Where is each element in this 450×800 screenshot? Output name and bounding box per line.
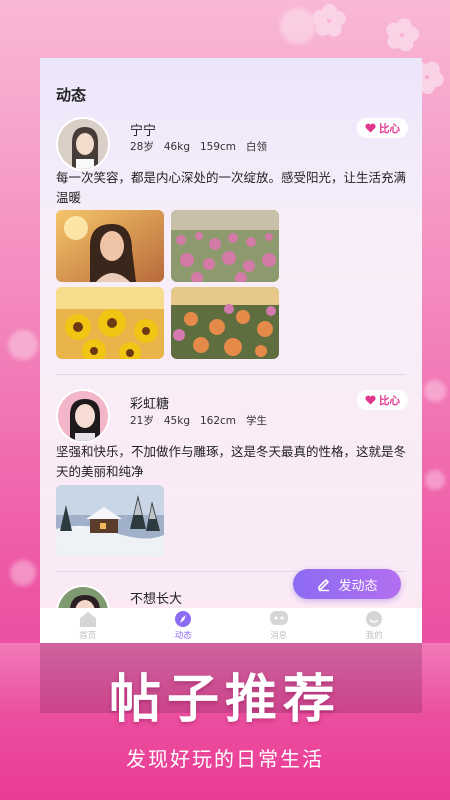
user-job: 学生 — [246, 415, 268, 427]
like-button[interactable]: 比心 — [357, 118, 408, 138]
fab-label: 发动态 — [338, 578, 378, 594]
bokeh-decoration — [8, 330, 38, 360]
cosmos-flower-photo[interactable] — [171, 287, 279, 359]
user-age: 28岁 — [130, 141, 154, 153]
post-update-button[interactable]: 发动态 — [293, 569, 401, 599]
user-height: 162cm — [199, 415, 237, 427]
tab-label: 首页 — [79, 631, 97, 641]
portrait-photo[interactable] — [56, 210, 164, 282]
compass-icon — [175, 611, 192, 627]
snowy-cabin-photo[interactable] — [56, 485, 164, 557]
bokeh-decoration — [424, 380, 446, 402]
user-age: 21岁 — [130, 415, 154, 427]
heart-icon — [365, 395, 376, 405]
user-weight: 45kg — [163, 415, 190, 427]
bottom-tab-bar: 首页 动态 消息 我的 — [40, 608, 422, 643]
tab-feed[interactable]: 动态 — [136, 608, 232, 643]
bokeh-decoration — [280, 8, 316, 44]
banner-subline: 发现好玩的日常生活 — [126, 747, 324, 771]
profile-icon — [366, 611, 383, 627]
user-job: 白领 — [246, 141, 268, 153]
user-weight: 46kg — [163, 141, 190, 153]
heart-icon — [365, 123, 376, 133]
bokeh-decoration — [425, 470, 445, 490]
pencil-icon — [318, 579, 330, 592]
tab-home[interactable]: 首页 — [40, 608, 136, 643]
tab-label: 消息 — [270, 631, 288, 641]
username: 不想长大 — [130, 592, 183, 607]
chat-icon — [269, 611, 288, 625]
blossom-decoration — [310, 4, 348, 40]
home-icon — [79, 612, 96, 627]
divider — [56, 374, 406, 375]
pink-flower-field-photo[interactable] — [171, 210, 279, 282]
avatar[interactable] — [56, 389, 110, 443]
user-meta: 28岁 46kg 159cm 白领 — [130, 139, 277, 154]
like-button[interactable]: 比心 — [357, 390, 408, 410]
username: 彩虹糖 — [130, 397, 170, 412]
sunflower-photo[interactable] — [56, 287, 164, 359]
user-height: 159cm — [199, 141, 237, 153]
post-text: 每一次笑容，都是内心深处的一次绽放。感受阳光，让生活充满温暖 — [56, 170, 407, 205]
like-label: 比心 — [379, 394, 400, 407]
avatar[interactable] — [56, 117, 110, 171]
post-text: 坚强和快乐，不加做作与雕琢，这是冬天最真的性格，这就是冬天的美丽和纯净 — [56, 444, 407, 479]
banner-headline: 帖子推荐 — [108, 670, 341, 730]
tab-messages[interactable]: 消息 — [231, 608, 327, 643]
bokeh-decoration — [10, 560, 36, 586]
username: 宁宁 — [130, 124, 157, 139]
blossom-decoration — [383, 17, 420, 54]
user-meta: 21岁 45kg 162cm 学生 — [130, 413, 277, 428]
tab-profile[interactable]: 我的 — [327, 608, 423, 643]
like-label: 比心 — [379, 122, 400, 135]
tab-label: 我的 — [365, 631, 383, 641]
app-screen: 动态 宁宁 28岁 46kg 159cm 白领 比心 每一次笑容，都是内心深处的一次绽… — [40, 58, 422, 643]
tab-label: 动态 — [174, 631, 192, 641]
page-title: 动态 — [56, 86, 87, 104]
